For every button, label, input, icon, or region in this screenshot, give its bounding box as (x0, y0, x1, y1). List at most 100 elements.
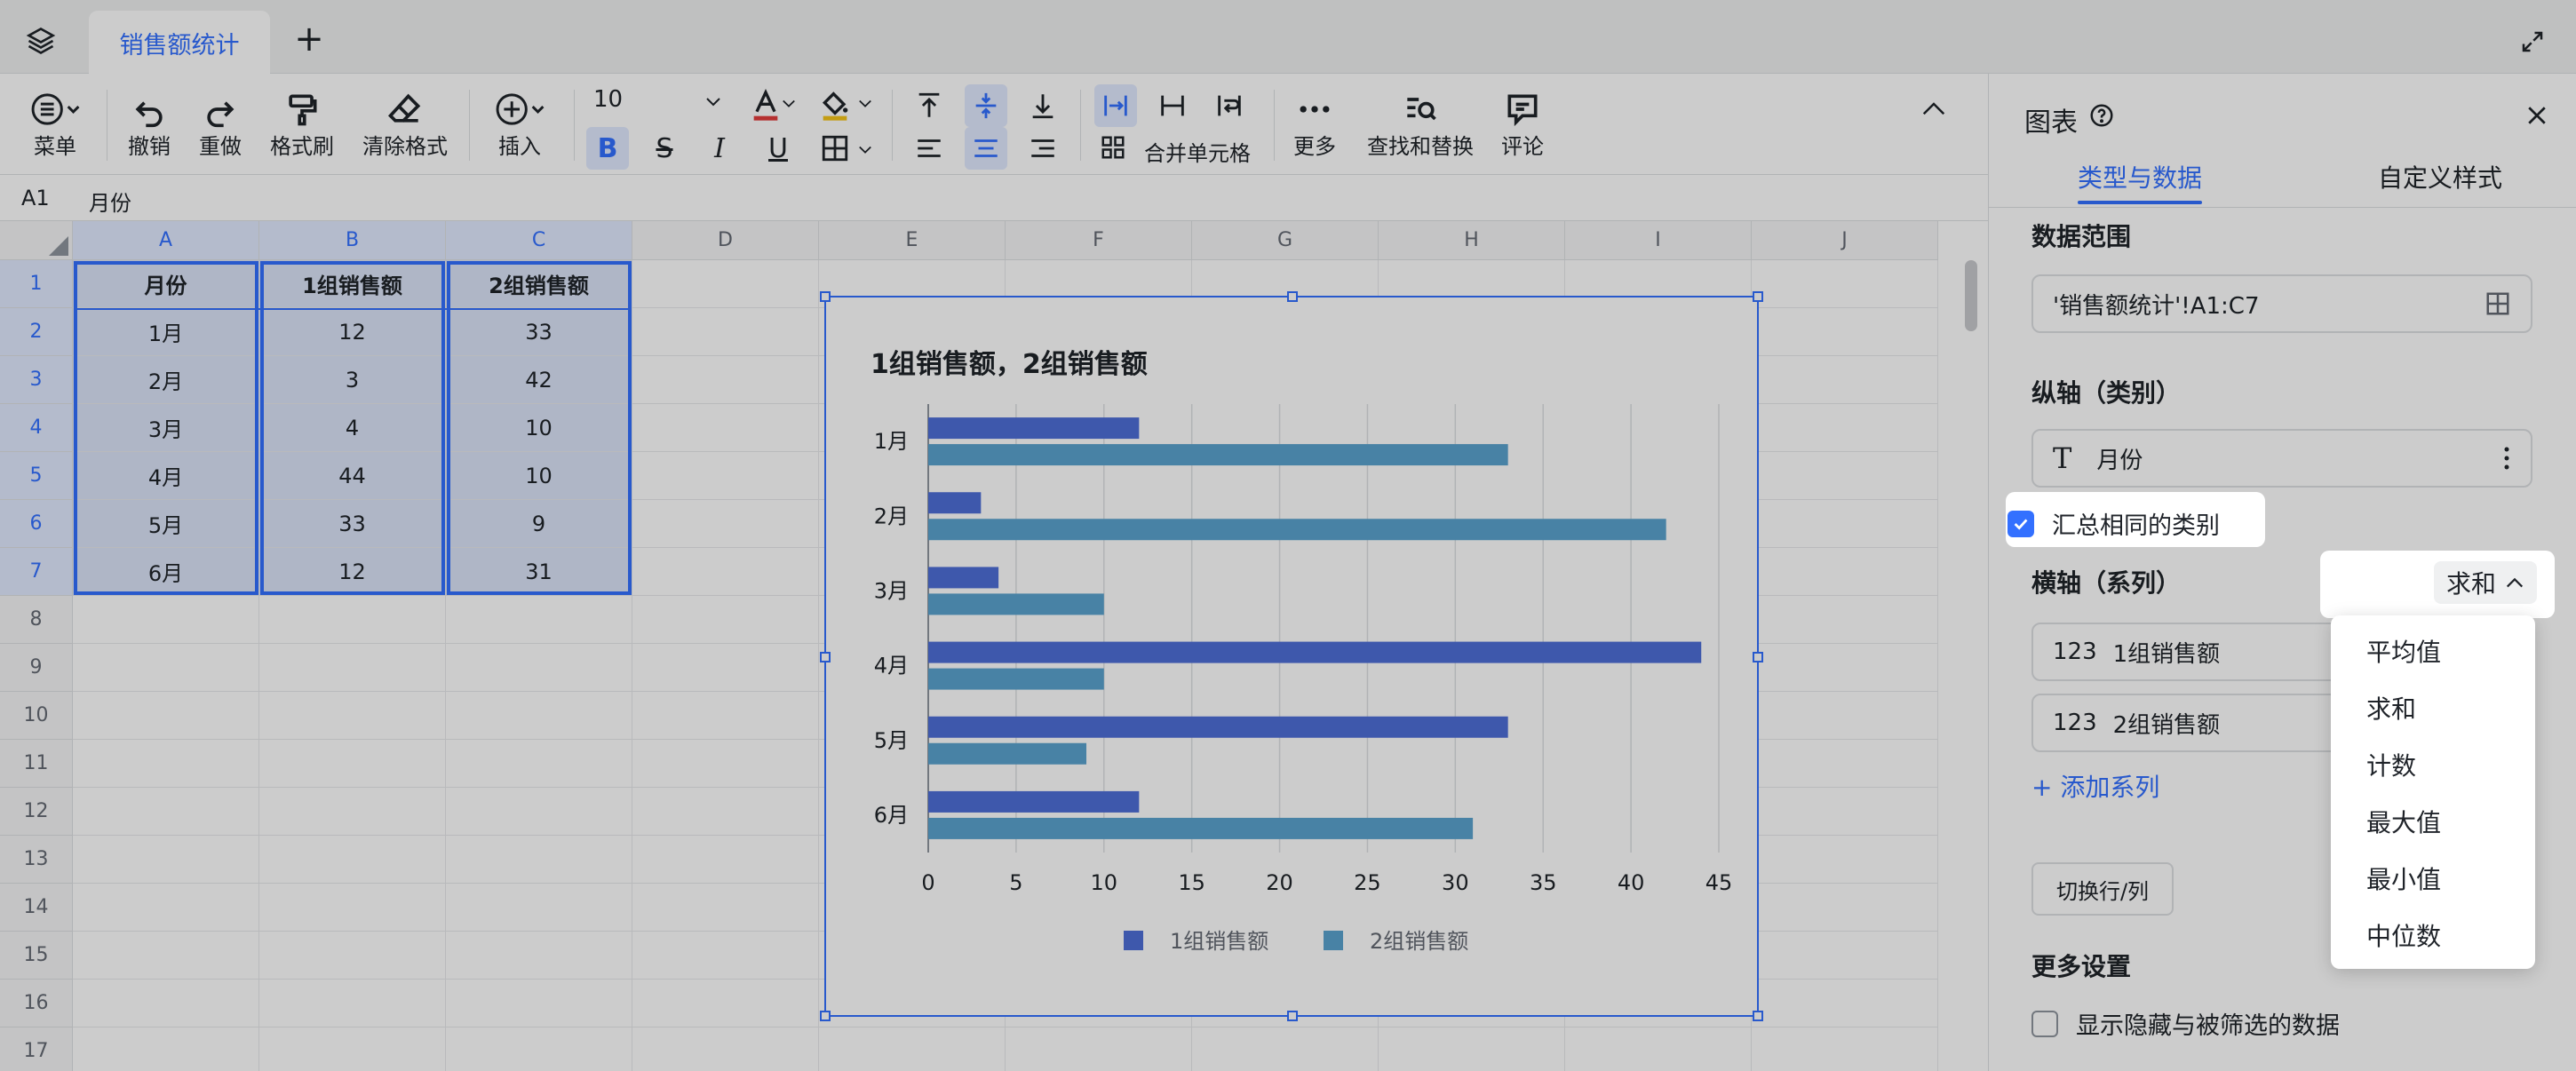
table-cell[interactable] (1752, 692, 1938, 740)
table-cell[interactable] (632, 836, 819, 884)
underline-button[interactable]: U (757, 127, 799, 170)
table-cell[interactable] (632, 596, 819, 644)
column-header[interactable]: I (1565, 221, 1752, 260)
table-cell[interactable] (73, 836, 259, 884)
table-cell[interactable] (1752, 836, 1938, 884)
row-header[interactable]: 3 (0, 356, 73, 404)
redo-button[interactable]: 重做 (191, 90, 250, 160)
table-cell[interactable] (632, 884, 819, 932)
table-cell[interactable] (632, 404, 819, 452)
vertical-scrollbar[interactable] (1965, 260, 1977, 331)
table-cell[interactable] (632, 452, 819, 500)
wrap-button[interactable] (1208, 84, 1251, 127)
column-header[interactable]: C (446, 221, 632, 260)
chevron-down-icon[interactable] (782, 99, 796, 109)
italic-button[interactable]: I (698, 127, 741, 170)
table-cell[interactable] (259, 980, 446, 1027)
add-series-button[interactable]: + 添加系列 (2031, 768, 2159, 804)
table-cell[interactable] (446, 836, 632, 884)
table-cell[interactable] (73, 692, 259, 740)
help-icon[interactable] (2088, 102, 2115, 129)
table-cell[interactable] (73, 980, 259, 1027)
row-header[interactable]: 16 (0, 980, 73, 1027)
row-header[interactable]: 2 (0, 308, 73, 356)
column-header[interactable]: B (259, 221, 446, 260)
row-header[interactable]: 15 (0, 932, 73, 980)
table-cell[interactable] (1752, 548, 1938, 596)
dropdown-option-min[interactable]: 最小值 (2366, 861, 2441, 896)
table-cell[interactable] (73, 740, 259, 788)
table-cell[interactable] (446, 692, 632, 740)
table-cell[interactable] (632, 500, 819, 548)
row-header[interactable]: 6 (0, 500, 73, 548)
table-cell[interactable] (446, 644, 632, 692)
column-header[interactable]: J (1752, 221, 1938, 260)
table-cell[interactable] (632, 788, 819, 836)
tab-sheet[interactable]: 销售额统计 (89, 11, 270, 75)
comment-button[interactable]: 评论 (1498, 90, 1547, 160)
table-cell[interactable] (259, 596, 446, 644)
table-cell[interactable] (632, 932, 819, 980)
bar-chart[interactable]: 1组销售额，2组销售额 0 5 10 15 20 25 30 35 40 45 1月 2月 3月 4月 5月… (820, 291, 1763, 1021)
align-left-button[interactable] (908, 127, 950, 170)
row-header[interactable]: 17 (0, 1027, 73, 1071)
table-cell[interactable] (1752, 452, 1938, 500)
column-header[interactable]: D (632, 221, 819, 260)
table-cell[interactable] (1752, 596, 1938, 644)
table-cell[interactable] (1752, 356, 1938, 404)
table-cell[interactable] (632, 644, 819, 692)
data-range-input[interactable]: '销售额统计'!A1:C7 (2031, 274, 2532, 333)
row-header[interactable]: 8 (0, 596, 73, 644)
add-tab-button[interactable]: + (293, 21, 325, 57)
font-color-button[interactable] (744, 84, 787, 127)
dropdown-option-sum[interactable]: 求和 (2366, 690, 2416, 726)
table-cell[interactable] (446, 932, 632, 980)
table-cell[interactable] (1752, 788, 1938, 836)
table-cell[interactable] (1752, 884, 1938, 932)
table-cell[interactable] (73, 788, 259, 836)
format-painter-button[interactable]: 格式刷 (266, 90, 338, 160)
table-cell[interactable] (259, 692, 446, 740)
table-cell[interactable] (73, 932, 259, 980)
font-size-select[interactable]: 10 (593, 86, 727, 122)
table-cell[interactable] (259, 644, 446, 692)
chevron-down-icon[interactable] (858, 145, 872, 155)
table-cell[interactable] (259, 932, 446, 980)
table-cell[interactable] (259, 788, 446, 836)
tab-type-and-data[interactable]: 类型与数据 (2078, 159, 2202, 194)
table-cell[interactable] (446, 980, 632, 1027)
column-header[interactable]: A (73, 221, 259, 260)
clear-format-button[interactable]: 清除格式 (359, 90, 451, 160)
grid-select-icon[interactable] (2485, 290, 2511, 317)
table-cell[interactable] (73, 884, 259, 932)
row-header[interactable]: 13 (0, 836, 73, 884)
dropdown-option-max[interactable]: 最大值 (2366, 804, 2441, 839)
table-cell[interactable] (632, 308, 819, 356)
find-replace-button[interactable]: 查找和替换 (1363, 90, 1478, 160)
layers-icon[interactable] (25, 25, 57, 57)
table-cell[interactable] (446, 788, 632, 836)
undo-button[interactable]: 撤销 (120, 90, 179, 160)
clip-button[interactable] (1151, 84, 1194, 127)
table-cell[interactable] (632, 1027, 819, 1071)
table-cell[interactable] (1752, 980, 1938, 1027)
show-hidden-checkbox-row[interactable]: 显示隐藏与被筛选的数据 (2031, 1006, 2340, 1041)
formula-input[interactable]: 月份 (89, 186, 131, 217)
table-cell[interactable] (73, 596, 259, 644)
close-icon[interactable] (2524, 102, 2550, 129)
column-header[interactable]: F (1006, 221, 1192, 260)
align-right-button[interactable] (1022, 127, 1064, 170)
dropdown-option-count[interactable]: 计数 (2366, 747, 2416, 782)
column-header[interactable]: G (1192, 221, 1379, 260)
align-center-button[interactable] (965, 127, 1007, 170)
table-cell[interactable] (632, 356, 819, 404)
insert-button[interactable]: 插入 (484, 90, 555, 160)
table-cell[interactable] (446, 884, 632, 932)
merge-cells-button[interactable]: 合并单元格 (1100, 134, 1260, 170)
fill-color-button[interactable] (814, 84, 856, 127)
overflow-button[interactable] (1094, 84, 1137, 127)
show-hidden-checkbox[interactable] (2031, 1010, 2058, 1037)
row-header[interactable]: 11 (0, 740, 73, 788)
table-cell[interactable] (1006, 1027, 1192, 1071)
table-cell[interactable] (446, 1027, 632, 1071)
